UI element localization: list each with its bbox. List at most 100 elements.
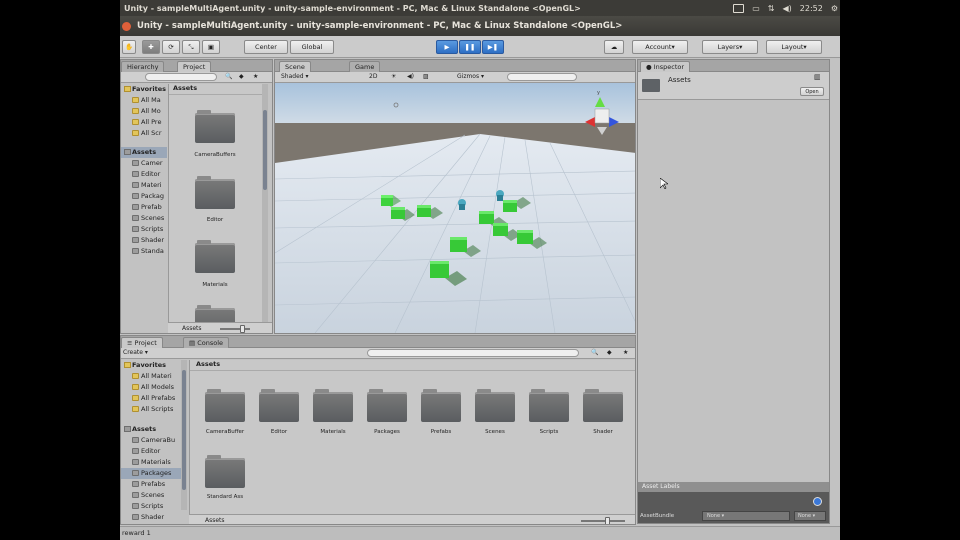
list-item[interactable]: Scenes xyxy=(121,490,187,501)
shading-mode-dropdown[interactable]: Shaded xyxy=(281,73,309,80)
tab-project[interactable]: Project xyxy=(177,61,212,72)
variant-value: None xyxy=(798,513,812,519)
list-item[interactable]: Prefabs xyxy=(121,479,187,490)
list-item[interactable]: Editor xyxy=(121,169,167,180)
tab-inspector[interactable]: ● Inspector xyxy=(640,61,691,72)
mail-icon[interactable] xyxy=(733,3,745,13)
create-dropdown[interactable]: Create xyxy=(123,349,148,356)
assets-header[interactable]: Assets xyxy=(121,147,167,158)
scene-search-input[interactable] xyxy=(507,73,577,81)
assetbundle-dropdown[interactable]: None xyxy=(702,511,790,521)
folder-icon[interactable] xyxy=(259,389,299,422)
list-item[interactable]: Shader xyxy=(121,512,187,523)
list-item[interactable]: Packag xyxy=(121,191,167,202)
settings-gear-icon[interactable]: ⚙ xyxy=(831,4,838,13)
pivot-toggle-button[interactable]: Center xyxy=(244,40,288,54)
open-button[interactable]: Open xyxy=(800,87,824,96)
list-item[interactable]: All Mo xyxy=(121,106,167,117)
step-button[interactable]: ▶❚ xyxy=(482,40,504,54)
list-item[interactable]: All Materi xyxy=(121,371,187,382)
list-item[interactable]: Camer xyxy=(121,158,167,169)
audio-icon[interactable]: ◀) xyxy=(407,73,414,80)
favorite-icon[interactable]: ★ xyxy=(253,73,258,80)
list-item[interactable]: All Pre xyxy=(121,117,167,128)
list-item[interactable]: All Ma xyxy=(121,95,167,106)
search-folder-icon xyxy=(132,130,139,136)
list-item[interactable]: Shader xyxy=(121,235,167,246)
folder-icon[interactable] xyxy=(583,389,623,422)
network-icon[interactable]: ⇅ xyxy=(768,4,775,13)
variant-dropdown[interactable]: None xyxy=(794,511,826,521)
list-item-selected[interactable]: Packages xyxy=(121,468,187,479)
favorites-header[interactable]: Favorites xyxy=(121,84,167,95)
close-window-icon[interactable] xyxy=(122,21,131,31)
list-item[interactable]: Materials xyxy=(121,457,187,468)
folder-label: Scripts xyxy=(539,429,559,435)
label-filter-icon[interactable]: ◆ xyxy=(239,73,244,80)
icon-size-slider[interactable] xyxy=(220,325,250,333)
folder-icon[interactable] xyxy=(195,176,235,209)
tab-hierarchy[interactable]: Hierarchy xyxy=(121,61,165,72)
move-tool-icon[interactable]: ✚ xyxy=(142,40,160,54)
list-item[interactable]: Scripts xyxy=(121,501,187,512)
list-item[interactable]: All Scr xyxy=(121,128,167,139)
lighting-icon[interactable]: ☀ xyxy=(391,73,396,80)
settings-icon[interactable]: ▥ xyxy=(814,73,821,81)
folder-icon[interactable] xyxy=(529,389,569,422)
search-input[interactable] xyxy=(145,73,217,81)
tree-scrollbar[interactable] xyxy=(181,360,187,510)
clock[interactable]: 22:52 xyxy=(800,4,823,13)
rect-tool-icon[interactable]: ▣ xyxy=(202,40,220,54)
hand-tool-icon[interactable]: ✋ xyxy=(122,40,136,54)
folder-icon[interactable] xyxy=(205,389,245,422)
vertical-scrollbar[interactable] xyxy=(262,84,268,324)
account-dropdown[interactable]: Account xyxy=(632,40,688,54)
list-item[interactable]: Materi xyxy=(121,180,167,191)
scene-viewport[interactable]: y xyxy=(275,83,635,333)
folder-icon[interactable] xyxy=(313,389,353,422)
effects-icon[interactable]: ▨ xyxy=(423,73,429,80)
tab-project-bottom[interactable]: ≡ Project xyxy=(121,337,163,348)
folder-icon[interactable] xyxy=(367,389,407,422)
folder-icon[interactable] xyxy=(195,110,235,143)
list-item[interactable]: Prefab xyxy=(121,202,167,213)
folder-icon[interactable] xyxy=(195,240,235,273)
rotate-tool-icon[interactable]: ⟳ xyxy=(162,40,180,54)
tag-icon[interactable] xyxy=(813,497,822,506)
list-item[interactable]: Standa xyxy=(121,246,167,257)
tab-scene[interactable]: Scene xyxy=(279,61,311,72)
tab-console[interactable]: ▤ Console xyxy=(183,337,230,348)
folder-icon[interactable] xyxy=(475,389,515,422)
favorite-icon[interactable]: ★ xyxy=(623,349,628,356)
folder-label: Materials xyxy=(202,282,228,288)
gizmos-dropdown[interactable]: Gizmos xyxy=(457,73,484,80)
list-item[interactable]: CameraBu xyxy=(121,435,187,446)
list-item[interactable]: Editor xyxy=(121,446,187,457)
folder-icon[interactable] xyxy=(205,455,245,488)
mode-2d-toggle[interactable]: 2D xyxy=(369,73,377,80)
pause-button[interactable]: ❚❚ xyxy=(459,40,481,54)
volume-icon[interactable]: ◀) xyxy=(782,4,791,13)
tab-game[interactable]: Game xyxy=(349,61,381,72)
space-toggle-button[interactable]: Global xyxy=(290,40,334,54)
list-item[interactable]: Scripts xyxy=(121,224,167,235)
keyboard-icon[interactable]: ▭ xyxy=(752,4,760,13)
list-item[interactable]: All Scripts xyxy=(121,404,187,415)
filter-icon[interactable]: 🔍 xyxy=(225,73,232,80)
list-item[interactable]: Scenes xyxy=(121,213,167,224)
list-item[interactable]: All Prefabs xyxy=(121,393,187,404)
project-search-input[interactable] xyxy=(367,349,579,357)
cloud-icon[interactable]: ☁ xyxy=(604,40,624,54)
label-filter-icon[interactable]: ◆ xyxy=(607,349,612,356)
list-item[interactable]: All Models xyxy=(121,382,187,393)
icon-size-slider[interactable] xyxy=(581,517,625,524)
list-item-label: Standa xyxy=(141,247,164,255)
play-button[interactable]: ▶ xyxy=(436,40,458,54)
favorites-header[interactable]: Favorites xyxy=(121,360,187,371)
assets-header[interactable]: Assets xyxy=(121,424,187,435)
layout-dropdown[interactable]: Layout xyxy=(766,40,822,54)
layers-dropdown[interactable]: Layers xyxy=(702,40,758,54)
folder-icon[interactable] xyxy=(421,389,461,422)
filter-icon[interactable]: 🔍 xyxy=(591,349,598,356)
scale-tool-icon[interactable]: ⤡ xyxy=(182,40,200,54)
